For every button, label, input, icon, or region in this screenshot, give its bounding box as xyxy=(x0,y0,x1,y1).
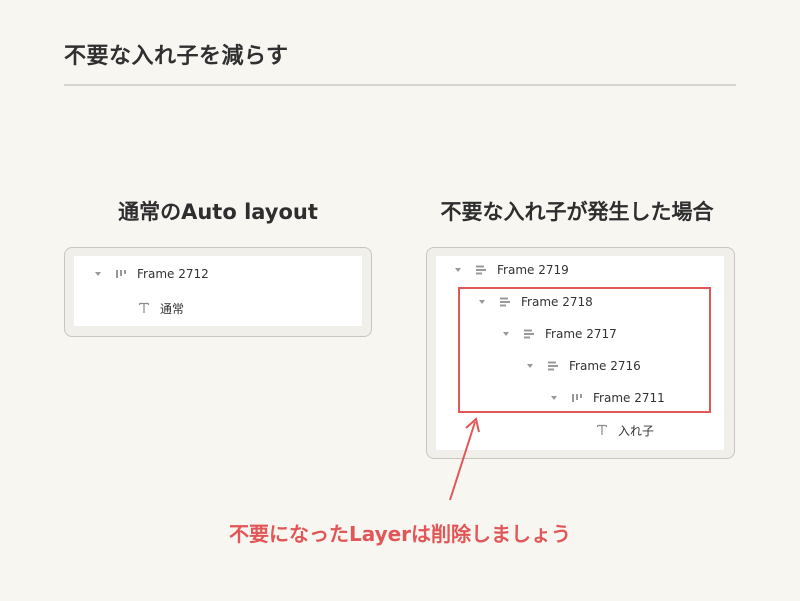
expand-caret-icon[interactable] xyxy=(95,272,101,276)
layer-row-frame-2712[interactable]: Frame 2712 xyxy=(74,258,362,290)
title-divider xyxy=(64,84,736,86)
unnecessary-nesting-highlight xyxy=(458,287,711,413)
layers-list: Frame 2712 通常 xyxy=(74,256,362,326)
text-icon xyxy=(138,302,150,314)
layer-row-text[interactable]: 入れ子 xyxy=(436,414,724,446)
left-heading: 通常のAuto layout xyxy=(118,200,318,224)
normal-layers-panel: Frame 2712 通常 xyxy=(64,247,372,337)
right-heading: 不要な入れ子が発生した場合 xyxy=(440,200,714,224)
callout-text: 不要になったLayerは削除しましょう xyxy=(228,522,572,546)
layer-label: Frame 2712 xyxy=(137,267,209,281)
layer-label: 通常 xyxy=(160,301,185,316)
text-icon xyxy=(596,424,608,436)
layer-label: 入れ子 xyxy=(618,423,655,438)
layer-label: Frame 2719 xyxy=(497,263,569,277)
auto-layout-vertical-icon xyxy=(475,264,487,276)
page-title: 不要な入れ子を減らす xyxy=(64,44,289,69)
layer-row-text[interactable]: 通常 xyxy=(74,292,362,324)
expand-caret-icon[interactable] xyxy=(455,268,461,272)
auto-layout-horizontal-icon xyxy=(115,268,127,280)
layer-row-frame-2719[interactable]: Frame 2719 xyxy=(436,254,724,286)
